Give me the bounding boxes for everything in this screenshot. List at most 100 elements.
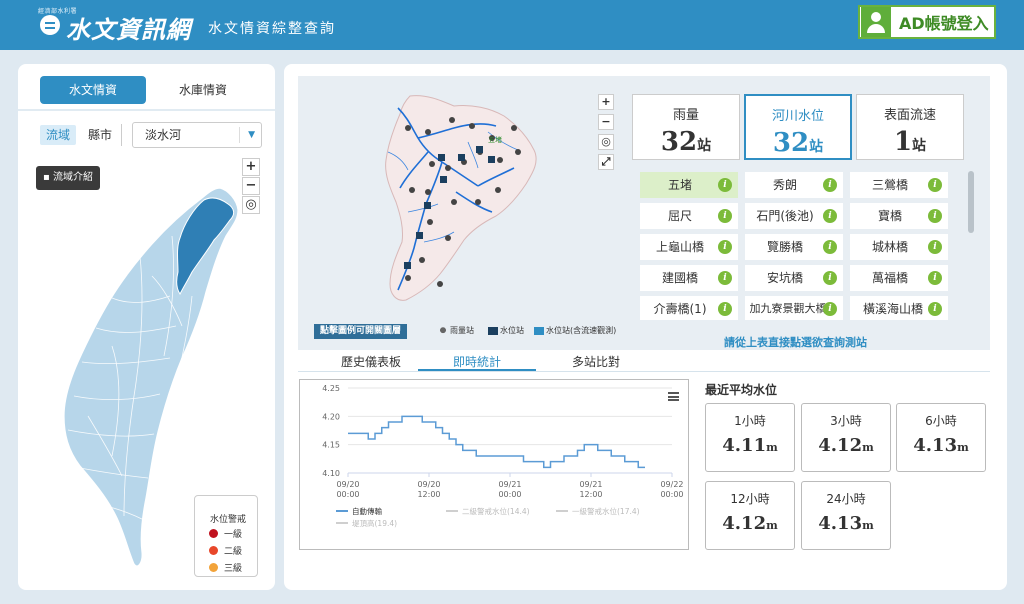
filter-basin-button[interactable]: 流域 (40, 125, 77, 145)
rain-cloud-icon (438, 326, 448, 335)
x-tick-time: 12:00 (417, 490, 440, 499)
orange-dot-icon (209, 546, 218, 555)
station-item[interactable]: 上龜山橋 i (640, 234, 738, 260)
map-zoom-out-button[interactable]: − (242, 177, 260, 195)
x-tick-date: 09/20 (336, 480, 359, 489)
station-item[interactable]: 秀朗 i (745, 172, 843, 198)
legend-flow-station[interactable]: 水位站(含流速觀測) (534, 325, 616, 336)
x-tick-date: 09/20 (417, 480, 440, 489)
river-select[interactable]: 淡水河 ▼ (132, 122, 262, 148)
tab-realtime-stats[interactable]: 即時統計 (418, 353, 536, 371)
station-item[interactable]: 寶橋 i (850, 203, 948, 229)
water-level-chart-svg: 4.254.204.154.10 09/2000:0009/2012:0009/… (322, 384, 683, 528)
info-icon: i (928, 209, 942, 223)
x-tick-time: 00:00 (336, 490, 359, 499)
info-icon: i (718, 302, 732, 316)
site-title[interactable]: 水文資訊網 (66, 10, 191, 45)
station-area: 五堵 + − ◎ ⤢ 點擊圖例可開關圖層 雨量站 水位站 水位站(含流速觀測) … (298, 76, 990, 350)
legend-label: 一級警戒水位(17.4) (572, 506, 640, 516)
basin-fullscreen-button[interactable]: ⤢ (598, 154, 614, 170)
filter-divider (121, 124, 122, 146)
tab-river-level[interactable]: 河川水位 32站 (744, 94, 852, 160)
info-icon: i (718, 178, 732, 192)
warning-level-1[interactable]: 一級 (209, 527, 242, 540)
info-icon: i (928, 178, 942, 192)
chevron-down-icon: ▼ (248, 130, 255, 140)
view-tabs-divider (298, 371, 990, 372)
filter-county-button[interactable]: 縣市 (88, 125, 112, 145)
warning-level-2[interactable]: 二級 (209, 544, 242, 557)
water-level-chart: 4.25 4.20 4.15 4.10 09/20 00:00 09/20 12:00 09/… (299, 379, 689, 550)
avg-card-12h: 12小時 4.12m (705, 481, 795, 550)
legend-hint-label: 點擊圖例可開關圖層 (314, 324, 408, 339)
tab-history-dashboard[interactable]: 歷史儀表板 (318, 353, 424, 371)
info-icon: i (823, 240, 837, 254)
info-icon: i (928, 271, 942, 285)
avg-card-3h: 3小時 4.12m (801, 403, 891, 472)
warning-legend: 水位警戒 一級 二級 三級 (194, 495, 258, 577)
map-station-label: 五堵 (488, 135, 502, 144)
info-icon: i (718, 209, 732, 223)
station-list: 五堵 i 秀朗 i 三鶯橋 i 屈尺 i 石門(後池) i 寶橋 i 上龜山橋 i 覽勝橋 i … (640, 172, 960, 320)
station-item[interactable]: 覽勝橋 i (745, 234, 843, 260)
basin-zoom-in-button[interactable]: + (598, 94, 614, 110)
avg-card-24h: 24小時 4.13m (801, 481, 891, 550)
x-tick-time: 12:00 (579, 490, 602, 499)
station-list-scrollbar[interactable] (968, 171, 974, 321)
login-label: AD帳號登入 (899, 14, 989, 33)
right-panel: 五堵 + − ◎ ⤢ 點擊圖例可開關圖層 雨量站 水位站 水位站(含流速觀測) … (284, 64, 1007, 590)
station-item[interactable]: 橫溪海山橋 i (850, 296, 948, 320)
scrollbar-thumb[interactable] (968, 171, 974, 233)
info-icon: i (823, 302, 837, 316)
tab-hydrology[interactable]: 水文情資 (40, 76, 146, 104)
station-item[interactable]: 屈尺 i (640, 203, 738, 229)
tab-multi-station-compare[interactable]: 多站比對 (546, 353, 646, 371)
avg-level-title: 最近平均水位 (705, 383, 778, 397)
station-item[interactable]: 城林橋 i (850, 234, 948, 260)
station-item[interactable]: 安坑橋 i (745, 265, 843, 291)
avg-card-1h: 1小時 4.11m (705, 403, 795, 472)
x-tick-date: 09/21 (498, 480, 521, 489)
yellow-dot-icon (209, 563, 218, 572)
water-drop-logo-icon (40, 15, 60, 35)
warning-level-3[interactable]: 三級 (209, 561, 242, 574)
x-tick-date: 09/21 (579, 480, 602, 489)
info-icon: i (928, 302, 942, 316)
info-icon: i (718, 240, 732, 254)
legend-water-station[interactable]: 水位站 (488, 325, 524, 336)
basin-detail-map[interactable]: 五堵 (368, 92, 548, 312)
river-select-value: 淡水河 (145, 128, 182, 142)
basin-zoom-out-button[interactable]: − (598, 114, 614, 130)
y-tick-label: 4.15 (322, 441, 340, 450)
station-item[interactable]: 加九寮景觀大橋 i (745, 296, 843, 320)
tab-surface-flow[interactable]: 表面流速 1站 (856, 94, 964, 160)
chart-menu-icon[interactable] (668, 392, 679, 401)
avg-card-6h: 6小時 4.13m (896, 403, 986, 472)
station-item[interactable]: 建國橋 i (640, 265, 738, 291)
basin-locate-button[interactable]: ◎ (598, 134, 614, 150)
user-icon (861, 7, 891, 37)
x-tick-time: 00:00 (660, 490, 683, 499)
info-icon: i (823, 178, 837, 192)
select-station-hint: 請從上表直接點選欲查詢測站 (724, 336, 867, 349)
info-icon: i (823, 271, 837, 285)
station-item[interactable]: 介壽橋(1) i (640, 296, 738, 320)
tab-reservoir[interactable]: 水庫情資 (153, 76, 253, 104)
left-panel: 水文情資 水庫情資 流域 縣市 淡水河 ▼ ▪ 流域介紹 + − ◎ 水位警戒 … (18, 64, 275, 590)
series-line (348, 415, 645, 469)
map-zoom-in-button[interactable]: + (242, 158, 260, 176)
info-icon: i (928, 240, 942, 254)
x-tick-time: 00:00 (498, 490, 521, 499)
station-item[interactable]: 三鶯橋 i (850, 172, 948, 198)
ad-login-button[interactable]: AD帳號登入 (858, 5, 996, 39)
legend-rain-station[interactable]: 雨量站 (438, 325, 474, 336)
water-level-icon (488, 326, 498, 335)
station-item[interactable]: 石門(後池) i (745, 203, 843, 229)
red-dot-icon (209, 529, 218, 538)
info-icon: i (823, 209, 837, 223)
warning-legend-title: 水位警戒 (210, 515, 247, 525)
station-item[interactable]: 五堵 i (640, 172, 738, 198)
map-locate-button[interactable]: ◎ (242, 196, 260, 214)
tab-rainfall[interactable]: 雨量 32站 (632, 94, 740, 160)
station-item[interactable]: 萬福橋 i (850, 265, 948, 291)
